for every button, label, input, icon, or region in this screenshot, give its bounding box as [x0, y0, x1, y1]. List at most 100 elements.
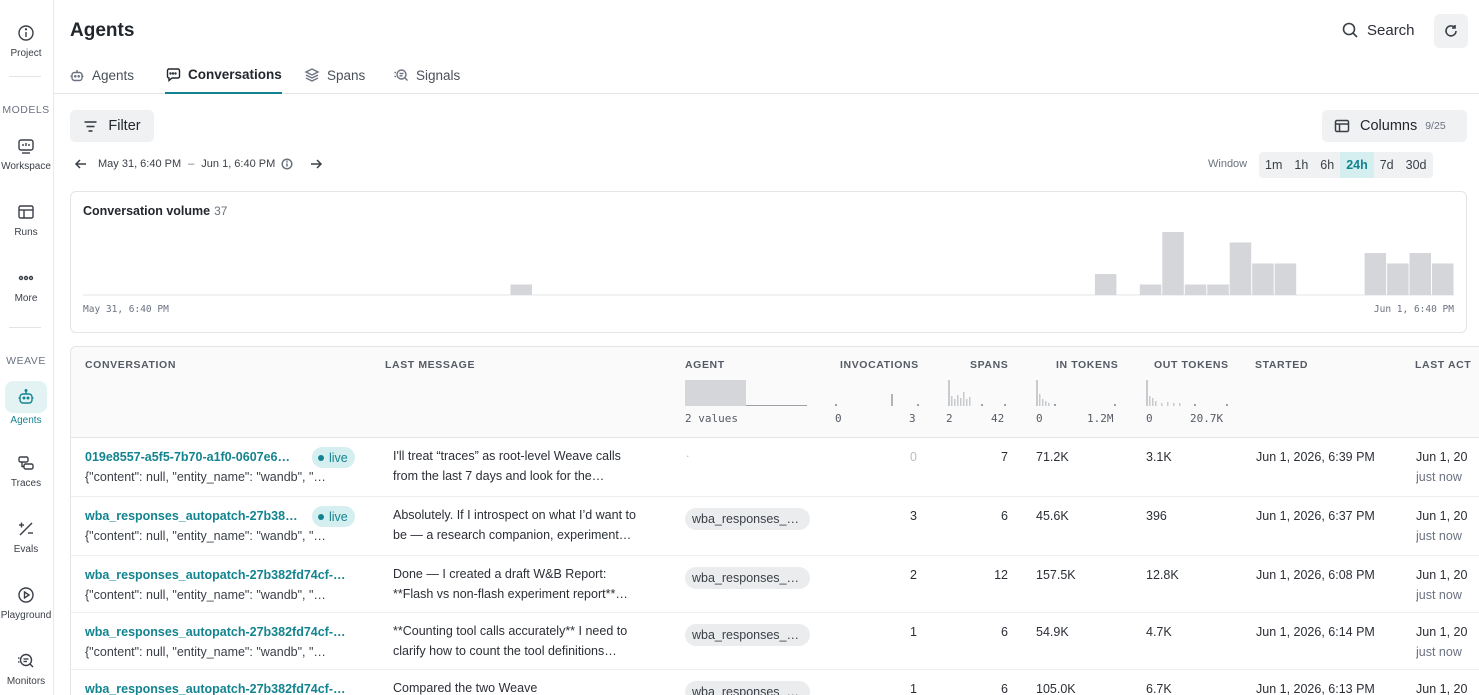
started-value: Jun 1, 2026, 6:13 PM — [1256, 682, 1375, 695]
rail-more[interactable]: More — [0, 262, 52, 304]
filter-button[interactable]: Filter — [70, 110, 154, 142]
rail-agents[interactable]: Agents — [0, 381, 52, 426]
conversation-meta: {"content": null, "entity_name": "wandb"… — [85, 529, 326, 543]
volume-bar[interactable] — [510, 284, 533, 296]
conversation-id[interactable]: wba_responses_autopatch-27b382fd74cf-… — [85, 682, 355, 695]
volume-bar[interactable] — [1364, 253, 1387, 295]
evals-icon — [5, 513, 47, 545]
rail-section-models: MODELS — [2, 104, 50, 116]
last-message: Absolutely. If I introspect on what I’d … — [393, 505, 663, 545]
volume-bar[interactable] — [1387, 263, 1409, 296]
spans-value: 6 — [1001, 509, 1008, 523]
conversations-table: CONVERSATION LAST MESSAGE AGENT INVOCATI… — [70, 346, 1479, 695]
rail-evals[interactable]: Evals — [0, 513, 52, 555]
conversation-id[interactable]: 019e8557-a5f5-7b70-a1f0-0607e6… — [85, 450, 305, 464]
window-1h[interactable]: 1h — [1288, 152, 1314, 178]
live-dot-icon — [318, 513, 324, 520]
col-conversation[interactable]: CONVERSATION — [85, 359, 176, 371]
started-value: Jun 1, 2026, 6:37 PM — [1256, 509, 1375, 523]
col-out-tokens[interactable]: OUT TOKENS — [1154, 359, 1229, 371]
started-value: Jun 1, 2026, 6:14 PM — [1256, 625, 1375, 639]
refresh-button[interactable] — [1434, 14, 1468, 48]
range-end[interactable]: Jun 1, 6:40 PM — [201, 158, 275, 170]
table-row[interactable]: wba_responses_autopatch-27b382fd74cf-… {… — [71, 556, 1479, 613]
in-tokens-histogram — [1036, 380, 1116, 406]
out-tokens-value: 4.7K — [1146, 625, 1172, 639]
window-6h[interactable]: 6h — [1314, 152, 1340, 178]
rail-traces[interactable]: Traces — [0, 447, 52, 489]
agent-pill[interactable]: wba_responses_… — [685, 624, 810, 646]
last-message: Compared the two Weave — [393, 678, 663, 695]
volume-bar[interactable] — [1207, 284, 1229, 296]
tab-label: Conversations — [188, 66, 282, 82]
volume-bar[interactable] — [1139, 284, 1162, 296]
window-7d[interactable]: 7d — [1374, 152, 1400, 178]
volume-bar[interactable] — [1274, 263, 1297, 296]
conversation-id[interactable]: wba_responses_autopatch-27b382fd74cf-… — [85, 625, 355, 639]
range-next-button[interactable] — [309, 157, 323, 171]
col-started[interactable]: STARTED — [1255, 359, 1308, 371]
tab-signals[interactable]: Signals — [393, 56, 460, 94]
rail-label: More — [14, 293, 38, 304]
agent-empty: . — [686, 446, 690, 460]
col-last-message[interactable]: LAST MESSAGE — [385, 359, 475, 371]
rail-runs[interactable]: Runs — [0, 196, 52, 238]
col-agent[interactable]: AGENT — [685, 359, 725, 371]
col-invocations[interactable]: INVOCATIONS — [840, 359, 919, 371]
conversation-id[interactable]: wba_responses_autopatch-27b38… — [85, 509, 305, 523]
spans-min: 2 — [946, 412, 953, 425]
last-message-line-1: Absolutely. If I introspect on what I’d … — [393, 508, 636, 522]
robot-icon — [70, 70, 84, 82]
rail-workspace[interactable]: Workspace — [0, 130, 52, 172]
table-row[interactable]: 019e8557-a5f5-7b70-a1f0-0607e6… live {"c… — [71, 438, 1479, 497]
volume-bar[interactable] — [1162, 232, 1184, 295]
rail-divider — [9, 327, 41, 328]
agent-pill[interactable]: wba_responses_… — [685, 681, 810, 695]
search-button[interactable]: Search — [1341, 21, 1415, 39]
window-30d[interactable]: 30d — [1400, 152, 1433, 178]
rail-project[interactable]: Project — [0, 17, 52, 59]
more-dots-icon — [5, 262, 47, 294]
info-icon — [281, 158, 293, 170]
range-prev-button[interactable] — [74, 157, 88, 171]
last-message-line-2: **Flash vs non-flash experiment report**… — [393, 587, 628, 601]
window-1m[interactable]: 1m — [1259, 152, 1288, 178]
volume-bar[interactable] — [1432, 263, 1454, 296]
volume-bar[interactable] — [1094, 274, 1117, 295]
robot-icon — [5, 381, 47, 413]
out-tokens-histogram — [1146, 380, 1228, 406]
volume-bar[interactable] — [1409, 253, 1432, 295]
range-start[interactable]: May 31, 6:40 PM — [98, 158, 181, 170]
tab-agents[interactable]: Agents — [69, 56, 134, 94]
last-message: I'll treat “traces” as root-level Weave … — [393, 446, 663, 486]
spans-value: 6 — [1001, 682, 1008, 695]
col-last-activity[interactable]: LAST ACT — [1415, 359, 1471, 371]
window-24h[interactable]: 24h — [1340, 152, 1374, 178]
out-tokens-value: 396 — [1146, 509, 1167, 523]
layers-icon — [304, 68, 320, 82]
window-selector: 1m 1h 6h 24h 7d 30d — [1259, 152, 1433, 178]
agent-pill[interactable]: wba_responses_… — [685, 508, 810, 530]
conversation-id[interactable]: wba_responses_autopatch-27b382fd74cf-… — [85, 568, 355, 582]
traces-icon — [5, 447, 47, 479]
col-in-tokens[interactable]: IN TOKENS — [1056, 359, 1118, 371]
rail-label: Evals — [13, 544, 39, 555]
columns-count: 9/25 — [1425, 120, 1446, 132]
table-row[interactable]: wba_responses_autopatch-27b38… live {"co… — [71, 497, 1479, 556]
last-activity-value: Jun 1, 20 — [1416, 509, 1468, 523]
tab-conversations[interactable]: Conversations — [165, 56, 282, 94]
col-spans[interactable]: SPANS — [970, 359, 1008, 371]
tab-spans[interactable]: Spans — [304, 56, 365, 94]
table-row[interactable]: wba_responses_autopatch-27b382fd74cf-… C… — [71, 670, 1479, 695]
agent-bar-major — [685, 380, 746, 406]
play-icon — [5, 579, 47, 611]
columns-button[interactable]: Columns 9/25 — [1322, 110, 1467, 142]
rail-section-weave: WEAVE — [6, 355, 46, 367]
volume-bar[interactable] — [1229, 242, 1252, 296]
volume-bar[interactable] — [1184, 284, 1207, 296]
table-row[interactable]: wba_responses_autopatch-27b382fd74cf-… {… — [71, 613, 1479, 670]
rail-playground[interactable]: Playground — [0, 579, 52, 621]
rail-monitors[interactable]: Monitors — [0, 645, 52, 687]
agent-pill[interactable]: wba_responses_… — [685, 567, 810, 589]
volume-bar[interactable] — [1252, 263, 1274, 296]
